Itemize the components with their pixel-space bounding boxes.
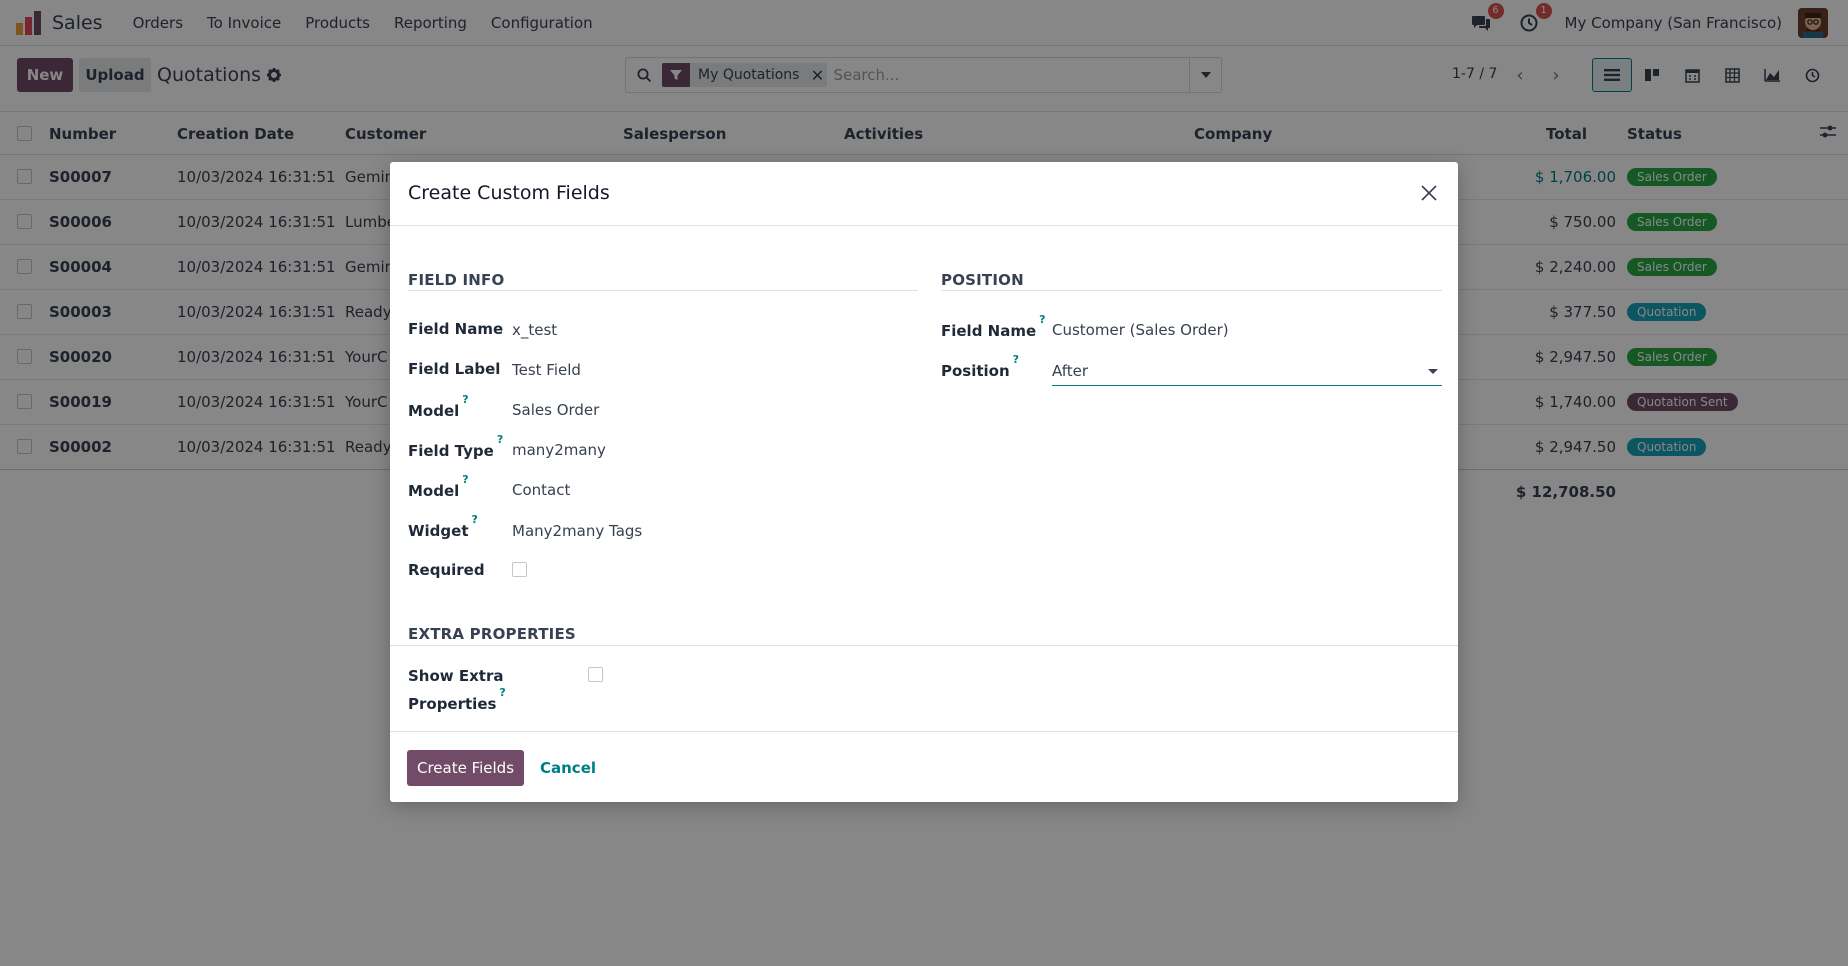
help-tooltip-icon[interactable]: ?	[1013, 353, 1019, 366]
position-divider	[941, 290, 1442, 291]
model-label: Model?	[408, 393, 469, 420]
position-field-name-label: Field Name?	[941, 313, 1046, 340]
widget-value: Many2many Tags	[512, 522, 643, 540]
position-field-name-label-text: Field Name	[941, 322, 1037, 340]
position-label-text: Position	[941, 362, 1010, 380]
widget-label: Widget?	[408, 513, 478, 540]
show-extra-properties-checkbox[interactable]	[588, 667, 603, 682]
field-name-label: Field Name	[408, 320, 504, 338]
create-fields-button[interactable]: Create Fields	[407, 750, 524, 786]
field-label-label: Field Label	[408, 360, 501, 378]
dialog-footer: Create Fields Cancel	[390, 731, 1458, 802]
position-label: Position?	[941, 353, 1019, 380]
required-label: Required	[408, 561, 485, 579]
model-value: Sales Order	[512, 401, 600, 419]
field-type-label: Field Type?	[408, 433, 503, 460]
position-select-value: After	[1052, 362, 1089, 380]
help-tooltip-icon[interactable]: ?	[1039, 313, 1045, 326]
field-label-value: Test Field	[512, 361, 581, 379]
create-custom-fields-dialog: Create Custom Fields FIELD INFO Field Na…	[390, 162, 1458, 802]
close-icon[interactable]	[1416, 180, 1442, 206]
extra-properties-section-title: EXTRA PROPERTIES	[408, 625, 576, 643]
show-extra-line2: Properties	[408, 695, 497, 713]
show-extra-properties-label: Show Extra Properties?	[408, 665, 506, 716]
dialog-title: Create Custom Fields	[408, 182, 610, 204]
chevron-down-icon	[1428, 369, 1438, 374]
model-label-text: Model	[408, 402, 460, 420]
field-type-label-text: Field Type	[408, 442, 494, 460]
extra-properties-divider	[390, 645, 1458, 646]
field-info-section-title: FIELD INFO	[408, 271, 505, 289]
cancel-button[interactable]: Cancel	[540, 759, 596, 777]
field-info-divider	[408, 290, 918, 291]
relation-model-label-text: Model	[408, 482, 460, 500]
relation-model-value: Contact	[512, 481, 571, 499]
field-type-value: many2many	[512, 441, 606, 459]
help-tooltip-icon[interactable]: ?	[499, 686, 505, 699]
required-checkbox[interactable]	[512, 562, 527, 577]
show-extra-line1: Show Extra	[408, 667, 504, 685]
help-tooltip-icon[interactable]: ?	[462, 393, 468, 406]
help-tooltip-icon[interactable]: ?	[472, 513, 478, 526]
relation-model-label: Model?	[408, 473, 469, 500]
dialog-header: Create Custom Fields	[390, 162, 1458, 226]
widget-label-text: Widget	[408, 522, 469, 540]
field-name-value: x_test	[512, 321, 558, 339]
help-tooltip-icon[interactable]: ?	[497, 433, 503, 446]
position-section-title: POSITION	[941, 271, 1024, 289]
position-select[interactable]: After	[1052, 356, 1442, 386]
help-tooltip-icon[interactable]: ?	[462, 473, 468, 486]
position-field-name-value: Customer (Sales Order)	[1052, 321, 1229, 339]
